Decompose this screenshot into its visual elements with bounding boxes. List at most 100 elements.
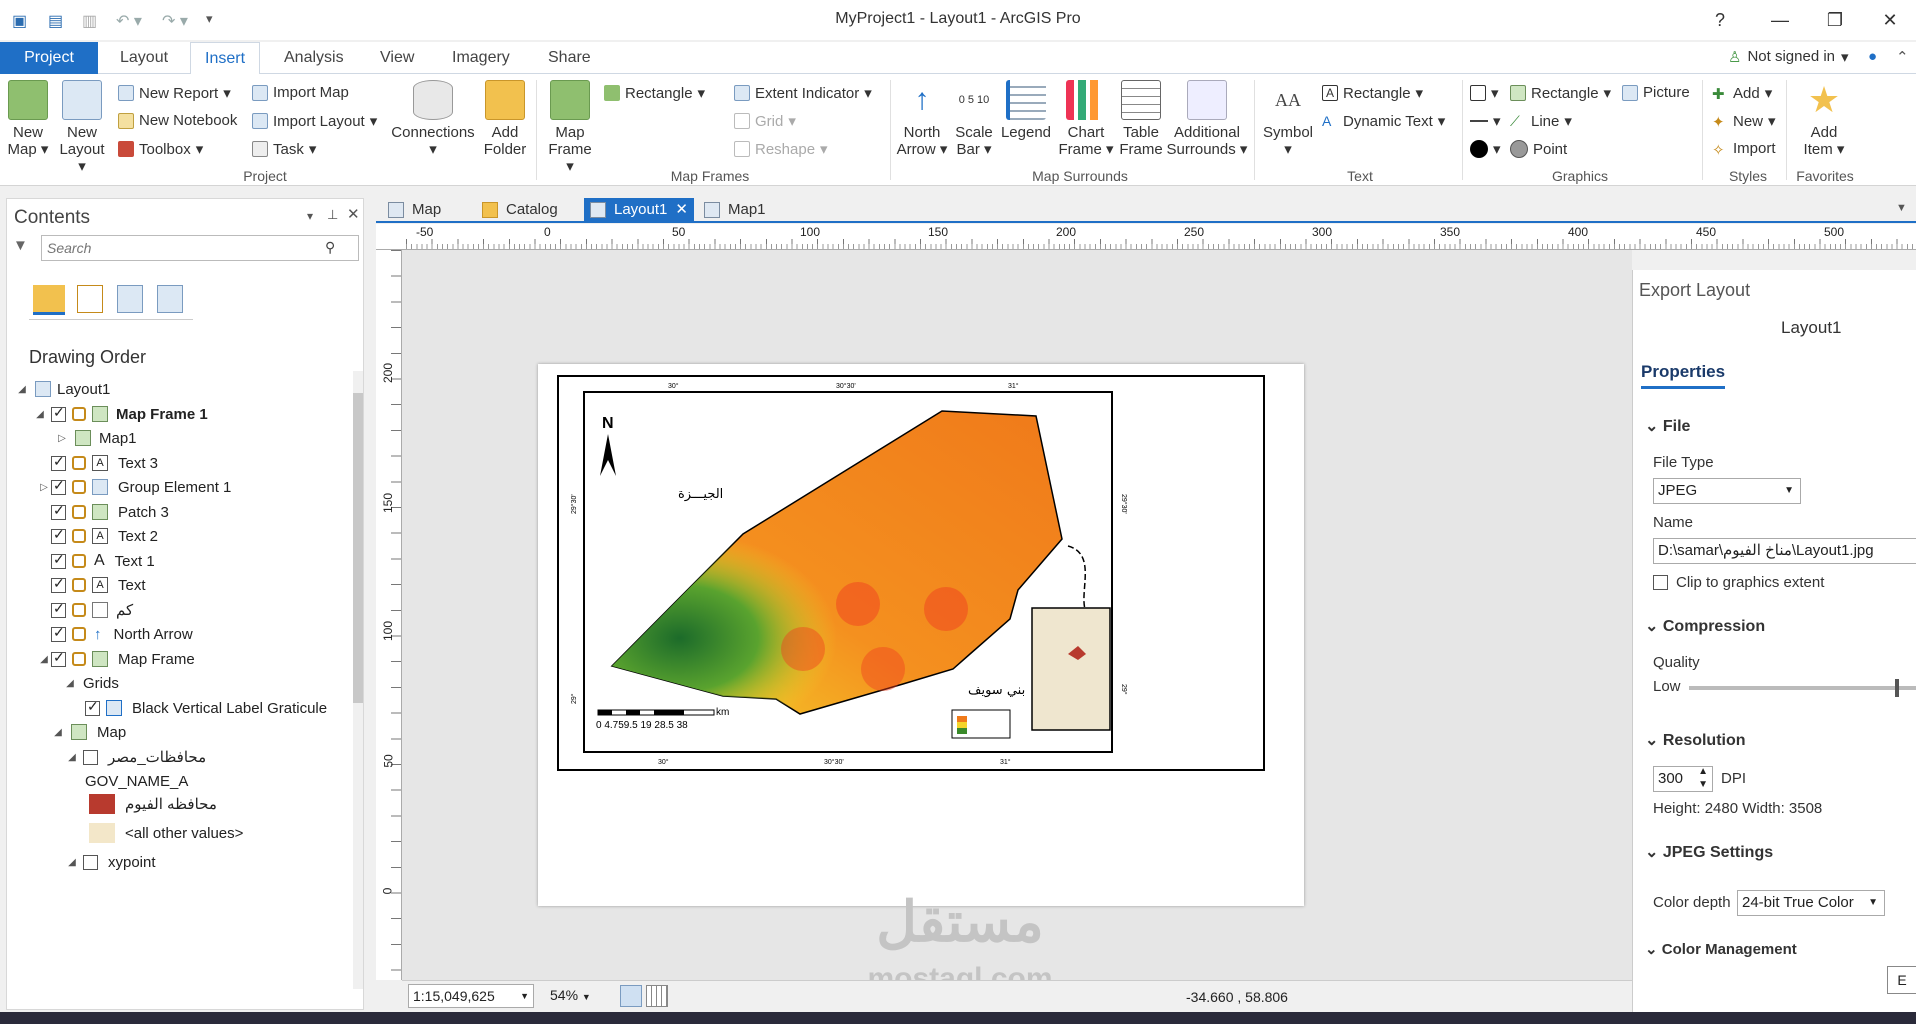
tree-item-text-1[interactable]: AText 1 bbox=[51, 549, 155, 573]
pane-close-icon[interactable]: ✕ bbox=[347, 205, 360, 223]
benisuef-label[interactable]: بني سويف bbox=[968, 683, 1025, 698]
inset-map[interactable] bbox=[1031, 607, 1111, 731]
north-arrow-button[interactable]: ↑ North Arrow ▾ bbox=[894, 80, 950, 158]
dynamic-text-button[interactable]: A Dynamic Text ▾ bbox=[1322, 112, 1445, 131]
file-type-select[interactable]: JPEG ▼ bbox=[1653, 478, 1801, 504]
dpi-stepper[interactable]: 300 ▲ ▼ bbox=[1653, 766, 1713, 792]
tree-item-group-element-1[interactable]: ▷Group Element 1 bbox=[37, 475, 231, 499]
snap-icon[interactable] bbox=[620, 985, 642, 1007]
tab-close-icon[interactable]: ✕ bbox=[675, 198, 688, 222]
doc-tab-layout1[interactable]: Layout1 ✕ bbox=[584, 198, 694, 222]
compression-section-toggle[interactable]: ⌄ Compression bbox=[1645, 616, 1765, 636]
lock-icon[interactable] bbox=[72, 407, 86, 421]
visibility-checkbox[interactable] bbox=[51, 551, 66, 569]
clip-graphics-option[interactable]: Clip to graphics extent bbox=[1653, 574, 1824, 591]
chart-frame-button[interactable]: Chart Frame ▾ bbox=[1058, 80, 1114, 158]
visibility-checkbox[interactable] bbox=[51, 624, 66, 642]
table-frame-button[interactable]: Table Frame bbox=[1116, 80, 1166, 158]
tab-layout[interactable]: Layout bbox=[106, 42, 182, 74]
import-layout-button[interactable]: Import Layout ▾ bbox=[252, 112, 377, 130]
signin-status[interactable]: ♙ Not signed in ▾ bbox=[1728, 48, 1849, 66]
point-color-button[interactable]: ▾ bbox=[1470, 140, 1501, 158]
tab-view[interactable]: View bbox=[366, 42, 428, 74]
pin-icon[interactable]: ⊥ bbox=[327, 207, 338, 223]
scrollbar-thumb[interactable] bbox=[353, 393, 363, 703]
drawing-order-icon[interactable] bbox=[33, 285, 65, 315]
style-new-button[interactable]: ✦ New ▾ bbox=[1712, 112, 1776, 132]
doc-tab-catalog[interactable]: Catalog bbox=[476, 198, 580, 222]
lock-icon[interactable] bbox=[72, 578, 86, 592]
visibility-checkbox[interactable] bbox=[51, 526, 66, 544]
new-map-button[interactable]: New Map ▾ bbox=[4, 80, 52, 158]
tree-item-km[interactable]: كم bbox=[51, 598, 133, 622]
quality-slider-thumb[interactable] bbox=[1895, 679, 1900, 697]
tree-item-patch-3[interactable]: Patch 3 bbox=[51, 500, 169, 524]
tree-item-grids[interactable]: ◢ Grids bbox=[63, 671, 119, 695]
visibility-checkbox[interactable] bbox=[51, 575, 66, 593]
file-section-toggle[interactable]: ⌄ File bbox=[1645, 416, 1690, 436]
scale-bar-button[interactable]: 0 5 10 Scale Bar ▾ bbox=[952, 80, 996, 158]
data-source-icon[interactable] bbox=[117, 285, 143, 313]
layout-page[interactable]: N الجيـــزة بني سويف 0 4.759.5 19 28.5 3… bbox=[538, 364, 1304, 906]
visibility-checkbox[interactable] bbox=[51, 477, 66, 495]
legend-button[interactable]: Legend bbox=[1000, 80, 1052, 141]
color-management-toggle[interactable]: ⌄ Color Management bbox=[1645, 940, 1797, 958]
tree-item-map1[interactable]: ▷ Map1 bbox=[55, 426, 136, 450]
giza-label[interactable]: الجيـــزة bbox=[678, 487, 723, 502]
minimize-icon[interactable]: — bbox=[1760, 6, 1800, 34]
color-depth-select[interactable]: 24-bit True Color ▼ bbox=[1737, 890, 1885, 916]
tree-item-layout[interactable]: ◢ Layout1 bbox=[15, 377, 110, 401]
lock-icon[interactable] bbox=[72, 480, 86, 494]
tree-item-map-frame[interactable]: ◢Map Frame bbox=[37, 647, 195, 671]
visibility-checkbox[interactable] bbox=[83, 854, 98, 870]
tab-insert[interactable]: Insert bbox=[190, 42, 261, 75]
doc-tab-map[interactable]: Map bbox=[382, 198, 472, 222]
tree-item-text-2[interactable]: AText 2 bbox=[51, 524, 158, 548]
lock-icon[interactable] bbox=[72, 554, 86, 568]
resolution-section-toggle[interactable]: ⌄ Resolution bbox=[1645, 730, 1746, 750]
notification-icon[interactable]: ● bbox=[1868, 48, 1877, 65]
help-button[interactable]: ? bbox=[1700, 6, 1740, 34]
clip-checkbox[interactable] bbox=[1653, 575, 1668, 590]
reshape-button[interactable]: Reshape ▾ bbox=[734, 140, 828, 158]
tree-item-xypoint[interactable]: ◢ xypoint bbox=[65, 850, 155, 874]
tree-item-north-arrow[interactable]: ↑North Arrow bbox=[51, 622, 193, 646]
map-rectangle-button[interactable]: Rectangle ▾ bbox=[604, 84, 705, 102]
selection-order-icon[interactable] bbox=[77, 285, 103, 313]
picture-button[interactable]: Picture bbox=[1622, 84, 1690, 101]
new-notebook-button[interactable]: New Notebook bbox=[118, 112, 237, 129]
line-style-button[interactable]: ▾ bbox=[1470, 112, 1501, 130]
maximize-icon[interactable]: ❐ bbox=[1815, 6, 1855, 34]
tree-item-map-frame-1[interactable]: ◢Map Frame 1 bbox=[33, 402, 208, 426]
close-icon[interactable]: ✕ bbox=[1870, 6, 1910, 34]
visibility-checkbox[interactable] bbox=[51, 404, 66, 422]
zoom-selector[interactable]: 54% ▼ bbox=[550, 987, 614, 1003]
style-import-button[interactable]: ✧ Import bbox=[1712, 140, 1776, 159]
tree-item-other-values[interactable]: <all other values> bbox=[89, 821, 243, 845]
additional-surrounds-button[interactable]: Additional Surrounds ▾ bbox=[1166, 80, 1248, 158]
pane-options-icon[interactable]: ▾ bbox=[307, 209, 313, 223]
text-symbol-button[interactable]: AA Symbol ▾ bbox=[1258, 80, 1318, 158]
quality-slider[interactable] bbox=[1689, 679, 1916, 697]
lock-icon[interactable] bbox=[72, 529, 86, 543]
fill-color-button[interactable]: ▾ bbox=[1470, 84, 1499, 102]
lock-icon[interactable] bbox=[72, 505, 86, 519]
output-name-field[interactable]: D:\samar\مناخ الفيوم\Layout1.jpg bbox=[1653, 538, 1916, 564]
style-add-button[interactable]: ✚ Add ▾ bbox=[1712, 84, 1772, 104]
contents-scrollbar[interactable] bbox=[353, 371, 363, 989]
connections-button[interactable]: Connections ▾ bbox=[390, 80, 476, 158]
search-icon[interactable]: ⚲ bbox=[325, 239, 335, 256]
collapse-ribbon-icon[interactable]: ⌃ bbox=[1896, 48, 1909, 66]
tab-project[interactable]: Project bbox=[0, 42, 98, 74]
grid-toggle-icon[interactable] bbox=[646, 985, 668, 1007]
add-item-button[interactable]: ★ Add Item ▾ bbox=[1794, 80, 1854, 159]
tab-list-icon[interactable]: ▼ bbox=[1896, 202, 1907, 214]
add-folder-button[interactable]: Add Folder bbox=[480, 80, 530, 158]
new-report-button[interactable]: New Report ▾ bbox=[118, 84, 231, 102]
visibility-checkbox[interactable] bbox=[51, 649, 66, 667]
contents-search-input[interactable] bbox=[41, 235, 359, 261]
visibility-checkbox[interactable] bbox=[85, 698, 100, 716]
tree-item-text-3[interactable]: AText 3 bbox=[51, 451, 158, 475]
tree-item-map[interactable]: ◢ Map bbox=[51, 720, 126, 744]
lock-icon[interactable] bbox=[72, 456, 86, 470]
